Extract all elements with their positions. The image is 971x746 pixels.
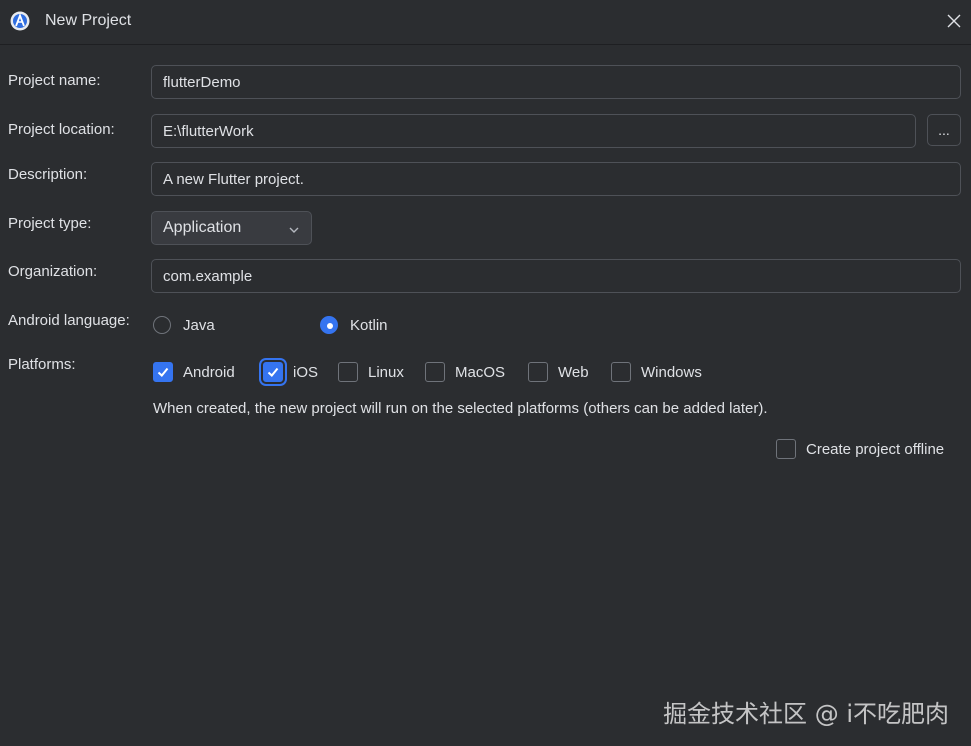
radio-kotlin-label: Kotlin	[350, 316, 388, 334]
checkbox-offline-box[interactable]	[776, 439, 796, 459]
radio-kotlin-button[interactable]	[320, 316, 338, 334]
checkbox-windows-box[interactable]	[611, 362, 631, 382]
description-label: Description:	[8, 166, 88, 183]
dialog-title: New Project	[45, 12, 132, 29]
close-icon[interactable]	[943, 10, 965, 32]
checkbox-macos-box[interactable]	[425, 362, 445, 382]
organization-input[interactable]	[151, 259, 961, 293]
radio-java-button[interactable]	[153, 316, 171, 334]
project-location-input[interactable]	[151, 114, 916, 148]
project-type-label: Project type:	[8, 215, 92, 232]
android-language-label: Android language:	[8, 312, 130, 329]
chevron-down-icon	[288, 223, 300, 235]
checkbox-web-label: Web	[558, 363, 589, 381]
platform-macos-checkbox[interactable]: MacOS	[425, 362, 505, 382]
watermark: 掘金技术社区 @ i不吃肥肉	[663, 700, 949, 728]
checkbox-linux-label: Linux	[368, 363, 404, 381]
platform-web-checkbox[interactable]: Web	[528, 362, 589, 382]
checkbox-web-box[interactable]	[528, 362, 548, 382]
project-location-label: Project location:	[8, 121, 115, 138]
checkbox-android-label: Android	[183, 363, 235, 381]
description-input[interactable]	[151, 162, 961, 196]
platform-linux-checkbox[interactable]: Linux	[338, 362, 404, 382]
radio-kotlin[interactable]: Kotlin	[320, 316, 388, 334]
title-bar: New Project	[0, 0, 971, 45]
project-name-input[interactable]	[151, 65, 961, 99]
browse-button[interactable]: ...	[927, 114, 961, 146]
checkmark-icon	[267, 367, 279, 377]
new-project-dialog: New Project Project name: Project locati…	[0, 0, 971, 746]
platforms-hint: When created, the new project will run o…	[153, 400, 768, 417]
checkmark-icon	[157, 367, 169, 377]
checkbox-linux-box[interactable]	[338, 362, 358, 382]
checkbox-ios-label: iOS	[293, 363, 319, 381]
checkbox-macos-label: MacOS	[455, 363, 506, 381]
radio-java[interactable]: Java	[153, 316, 215, 334]
platform-windows-checkbox[interactable]: Windows	[611, 362, 702, 382]
checkbox-ios-box[interactable]	[263, 362, 283, 382]
platforms-label: Platforms:	[8, 356, 76, 373]
create-offline-checkbox[interactable]: Create project offline	[776, 439, 944, 459]
checkbox-offline-label: Create project offline	[806, 440, 945, 458]
organization-label: Organization:	[8, 263, 98, 280]
checkbox-android-box[interactable]	[153, 362, 173, 382]
platform-android-checkbox[interactable]: Android	[153, 362, 235, 382]
checkbox-windows-label: Windows	[641, 363, 702, 381]
project-type-selected: Application	[163, 219, 242, 236]
platform-ios-checkbox[interactable]: iOS	[263, 362, 318, 382]
android-studio-icon	[10, 11, 30, 31]
project-name-label: Project name:	[8, 72, 101, 89]
project-type-dropdown[interactable]: Application	[151, 211, 312, 245]
radio-java-label: Java	[183, 316, 215, 334]
